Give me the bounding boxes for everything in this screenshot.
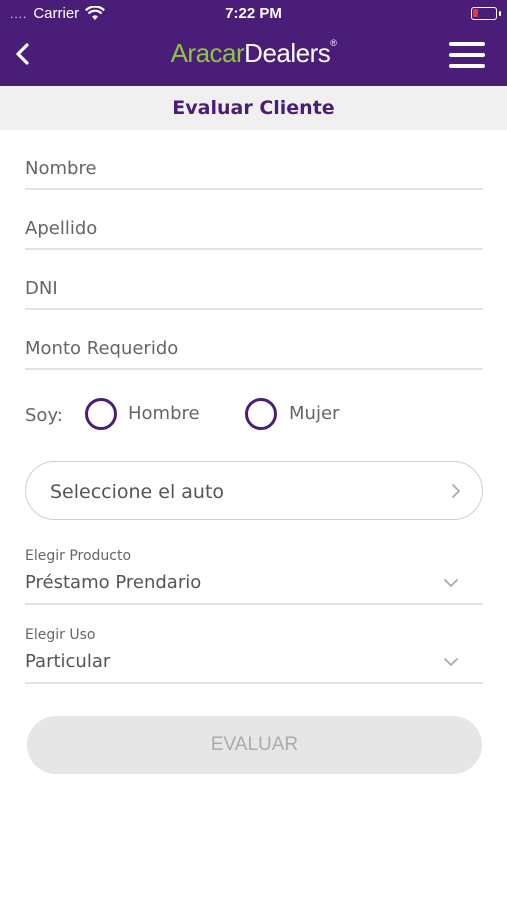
nombre-field[interactable]: Nombre xyxy=(25,150,483,190)
apellido-field[interactable]: Apellido xyxy=(25,210,483,250)
status-bar: .... Carrier 7:22 PM xyxy=(0,0,507,28)
nav-bar: AracarDealers® xyxy=(0,28,507,86)
nombre-placeholder: Nombre xyxy=(25,158,97,179)
gender-label: Soy: xyxy=(25,405,63,426)
logo-text-dealers: Dealers xyxy=(244,38,331,68)
uso-dropdown[interactable]: Elegir Uso Particular xyxy=(25,627,483,684)
radio-hombre[interactable] xyxy=(85,398,117,430)
radio-mujer[interactable] xyxy=(245,398,277,430)
chevron-down-icon xyxy=(444,658,458,666)
producto-dropdown[interactable]: Elegir Producto Préstamo Prendario xyxy=(25,548,483,605)
monto-placeholder: Monto Requerido xyxy=(25,338,179,359)
gender-selector: Soy: Hombre Mujer xyxy=(25,398,483,434)
select-auto-button[interactable]: Seleccione el auto xyxy=(25,461,483,520)
hamburger-menu-icon[interactable] xyxy=(449,42,485,68)
chevron-down-icon xyxy=(444,579,458,587)
uso-value: Particular xyxy=(25,651,111,672)
chevron-right-icon xyxy=(452,484,460,498)
battery-icon xyxy=(471,7,501,20)
dni-field[interactable]: DNI xyxy=(25,270,483,310)
monto-requerido-field[interactable]: Monto Requerido xyxy=(25,330,483,370)
producto-caption: Elegir Producto xyxy=(25,548,132,564)
logo-registered-mark: ® xyxy=(330,38,337,48)
app-logo: AracarDealers® xyxy=(0,38,507,69)
producto-value: Préstamo Prendario xyxy=(25,572,202,593)
radio-hombre-label[interactable]: Hombre xyxy=(128,403,200,424)
page-title: Evaluar Cliente xyxy=(0,86,507,130)
logo-text-aracar: Aracar xyxy=(170,38,245,68)
apellido-placeholder: Apellido xyxy=(25,218,98,239)
status-time: 7:22 PM xyxy=(225,5,282,22)
uso-caption: Elegir Uso xyxy=(25,627,96,643)
evaluar-button[interactable]: EVALUAR xyxy=(27,716,482,774)
select-auto-label: Seleccione el auto xyxy=(50,481,225,503)
dni-placeholder: DNI xyxy=(25,278,58,299)
radio-mujer-label[interactable]: Mujer xyxy=(289,403,339,424)
